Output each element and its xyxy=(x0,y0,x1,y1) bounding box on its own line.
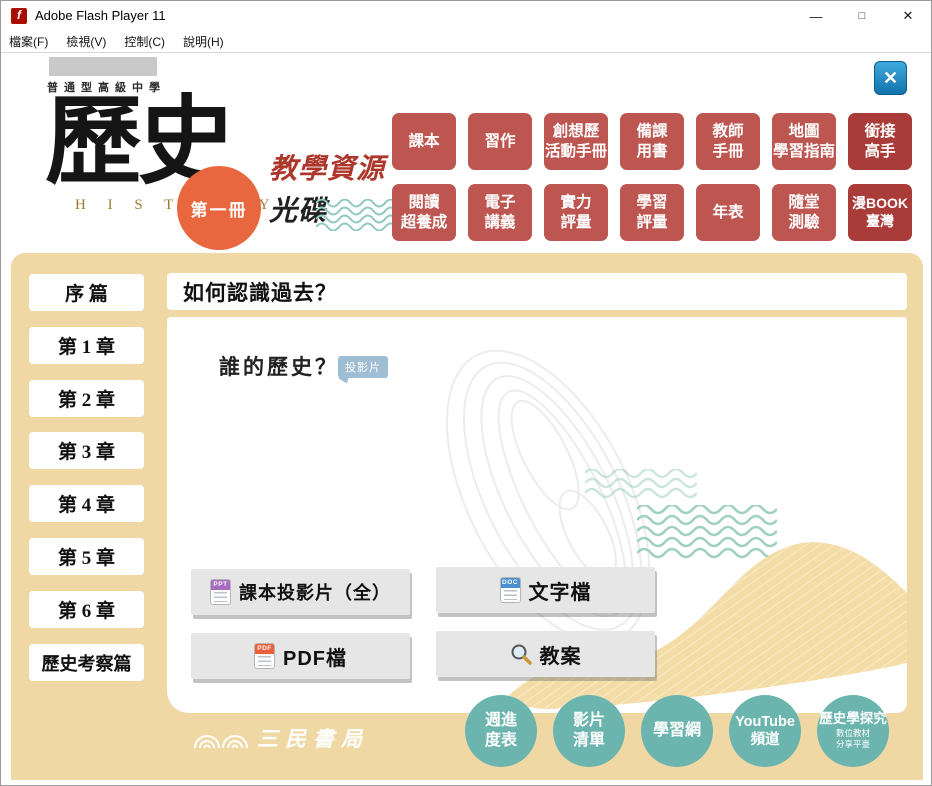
resource-button[interactable]: 地圖 學習指南 xyxy=(772,113,836,170)
textbook-slides-label: 課本投影片（全） xyxy=(239,583,391,603)
window-title: Adobe Flash Player 11 xyxy=(35,8,166,23)
minimize-icon[interactable]: — xyxy=(793,1,839,31)
sidebar-item-intro[interactable]: 序 篇 xyxy=(29,274,144,311)
lesson-plan-button[interactable]: 教案 xyxy=(436,631,655,677)
sidebar-item-ch3[interactable]: 第 3 章 xyxy=(29,432,144,469)
volume-badge: 第一冊 xyxy=(177,166,261,250)
mountain-decoration xyxy=(502,542,907,709)
sidebar-item-ch6[interactable]: 第 6 章 xyxy=(29,591,144,628)
waves-decoration-small xyxy=(585,469,697,499)
video-list-circle[interactable]: 影片 清單 xyxy=(553,695,625,767)
waves-decoration-large xyxy=(637,505,777,559)
youtube-channel-circle[interactable]: YouTube 頻道 xyxy=(729,695,801,767)
resource-button[interactable]: 銜接 高手 xyxy=(848,113,912,170)
slide-badge: 投影片 xyxy=(338,356,388,378)
pdf-file-icon: PDF xyxy=(254,643,275,669)
maximize-icon[interactable]: □ xyxy=(839,1,885,31)
menu-file[interactable]: 檔案(F) xyxy=(9,33,48,50)
resource-button[interactable]: 隨堂 測驗 xyxy=(772,184,836,241)
app-close-x-icon: ✕ xyxy=(882,67,899,88)
ppt-file-icon: PPT xyxy=(210,579,231,605)
redacted-logo-placeholder xyxy=(49,57,157,76)
pdf-file-button[interactable]: PDF PDF檔 xyxy=(191,633,410,679)
text-file-label: 文字檔 xyxy=(528,581,592,604)
resource-button[interactable]: 實力 評量 xyxy=(544,184,608,241)
doc-file-icon: DOC xyxy=(499,577,521,603)
resource-tagline-1: 教學資源 xyxy=(269,153,386,184)
publisher-arches-icon xyxy=(194,735,248,749)
history-explore-subtitle: 數位教材 分享平臺 xyxy=(835,727,870,749)
menu-control[interactable]: 控制(C) xyxy=(124,33,165,50)
resource-button[interactable]: 教師 手冊 xyxy=(696,113,760,170)
app-close-button[interactable]: ✕ xyxy=(874,61,907,95)
resource-button[interactable]: 習作 xyxy=(468,113,532,170)
resource-button[interactable]: 漫BOOK 臺灣 xyxy=(848,184,912,241)
volume-label: 第一冊 xyxy=(190,200,248,220)
textbook-slides-button[interactable]: PPT 課本投影片（全） xyxy=(191,569,410,615)
magnifier-icon xyxy=(511,644,532,665)
resource-button[interactable]: 創想歷 活動手冊 xyxy=(544,113,608,170)
title-bar: f Adobe Flash Player 11 — □ ✕ xyxy=(1,1,931,31)
sidebar-item-ch1[interactable]: 第 1 章 xyxy=(29,327,144,364)
menu-view[interactable]: 檢視(V) xyxy=(66,33,106,50)
history-explore-circle[interactable]: 歷史學探究 數位教材 分享平臺 xyxy=(817,695,889,767)
publisher-logo: 三民書局 xyxy=(193,723,369,753)
sidebar-item-ch4[interactable]: 第 4 章 xyxy=(29,485,144,522)
sidebar-item-fieldwork[interactable]: 歷史考察篇 xyxy=(29,644,144,681)
resource-button[interactable]: 年表 xyxy=(696,184,760,241)
content-panel: 誰的歷史？ 投影片 PPT 課本投影片（全） DOC 文字檔 PDF PDF檔 xyxy=(167,317,907,713)
menu-bar: 檔案(F) 檢視(V) 控制(C) 說明(H) xyxy=(1,31,931,53)
flash-logo-icon: f xyxy=(11,8,27,24)
resource-button[interactable]: 課本 xyxy=(392,113,456,170)
flash-player-window: f Adobe Flash Player 11 — □ ✕ 檔案(F) 檢視(V… xyxy=(0,0,932,786)
close-icon[interactable]: ✕ xyxy=(885,1,931,31)
pdf-file-label: PDF檔 xyxy=(283,647,347,670)
learning-web-circle[interactable]: 學習網 xyxy=(641,695,713,767)
weekly-schedule-circle[interactable]: 週進 度表 xyxy=(465,695,537,767)
resource-button[interactable]: 學習 評量 xyxy=(620,184,684,241)
sidebar-item-ch5[interactable]: 第 5 章 xyxy=(29,538,144,575)
history-explore-title: 歷史學探究 xyxy=(819,711,887,727)
resource-button[interactable]: 電子 講義 xyxy=(468,184,532,241)
sidebar-item-ch2[interactable]: 第 2 章 xyxy=(29,380,144,417)
menu-help[interactable]: 說明(H) xyxy=(183,33,224,50)
resource-button[interactable]: 閱讀 超養成 xyxy=(392,184,456,241)
topic-title: 如何認識過去？ xyxy=(183,281,337,305)
text-file-button[interactable]: DOC 文字檔 xyxy=(436,567,655,613)
resource-button[interactable]: 備課 用書 xyxy=(620,113,684,170)
lesson-plan-label: 教案 xyxy=(539,645,582,668)
resource-tagline-2: 光碟 xyxy=(269,195,328,226)
lesson-title: 誰的歷史？ xyxy=(219,356,339,379)
window-controls: — □ ✕ xyxy=(793,1,931,31)
topic-title-bar: 如何認識過去？ xyxy=(167,273,907,310)
publisher-name: 三民書局 xyxy=(257,727,369,751)
